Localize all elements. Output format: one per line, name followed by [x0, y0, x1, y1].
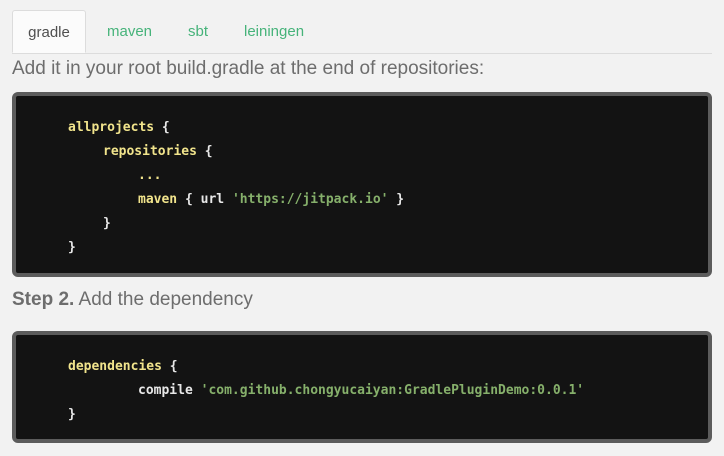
- code-brace: {: [154, 120, 170, 135]
- code-keyword: dependencies: [68, 359, 162, 374]
- code-keyword: repositories: [103, 144, 197, 159]
- code-line-maven: maven { url 'https://jitpack.io' }: [138, 192, 404, 208]
- code-line-close-outer: }: [68, 240, 76, 256]
- page: gradle maven sbt leiningen Add it in you…: [0, 0, 724, 456]
- code-line-close-inner: }: [103, 216, 111, 232]
- code-line-dependencies: dependencies {: [68, 359, 178, 375]
- code-brace: }: [68, 240, 76, 255]
- code-keyword: maven: [138, 192, 178, 207]
- step1-instruction: Add it in your root build.gradle at the …: [12, 58, 485, 79]
- code-line-compile: compile 'com.github.chongyucaiyan:Gradle…: [138, 383, 584, 399]
- code-line-ellipsis: ...: [138, 168, 161, 184]
- code-line-repositories: repositories {: [103, 144, 213, 160]
- code-brace: {: [196, 144, 213, 159]
- code-brace: }: [68, 407, 76, 422]
- code-compile-string: 'com.github.chongyucaiyan:GradlePluginDe…: [200, 383, 585, 398]
- code-url-keyword: url: [200, 192, 225, 207]
- code-compile-keyword: compile: [138, 383, 193, 398]
- dependency-code-block[interactable]: dependencies { compile 'com.github.chong…: [12, 331, 712, 443]
- language-tabs: gradle maven sbt leiningen: [12, 10, 712, 54]
- tab-maven[interactable]: maven: [107, 10, 152, 53]
- tab-leiningen[interactable]: leiningen: [244, 10, 304, 53]
- code-brace: }: [103, 216, 111, 231]
- code-brace: }: [388, 192, 405, 207]
- repositories-code-block[interactable]: allprojects { repositories { ... maven {…: [12, 92, 712, 277]
- step2-text: Add the dependency: [74, 289, 253, 310]
- code-line-close: }: [68, 407, 76, 423]
- code-brace: {: [177, 192, 201, 207]
- code-line-allprojects: allprojects {: [68, 120, 170, 136]
- code-url-string: 'https://jitpack.io': [231, 192, 389, 207]
- tab-gradle[interactable]: gradle: [12, 10, 86, 53]
- step2-heading: Step 2. Add the dependency: [12, 289, 253, 311]
- tab-sbt[interactable]: sbt: [188, 10, 208, 53]
- code-brace: {: [161, 359, 178, 374]
- code-ellipsis: ...: [138, 168, 162, 183]
- step2-label: Step 2.: [12, 289, 75, 310]
- code-keyword: allprojects: [68, 120, 155, 135]
